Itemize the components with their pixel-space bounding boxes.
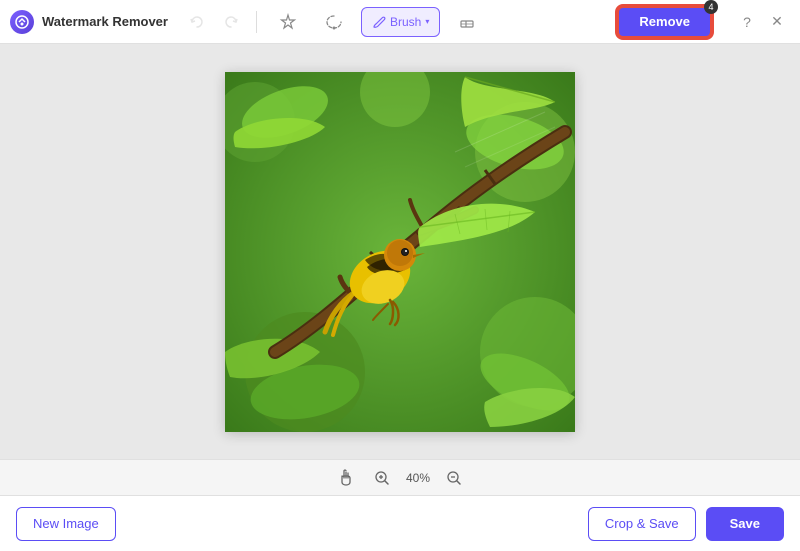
- save-button[interactable]: Save: [706, 507, 784, 541]
- title-bar: Watermark Remover Brush ▾: [0, 0, 800, 44]
- window-controls: ? ✕: [734, 9, 790, 35]
- app-title-label: Watermark Remover: [42, 14, 168, 29]
- canvas-area: [0, 44, 800, 459]
- eraser-tool-button[interactable]: [448, 7, 486, 37]
- help-button[interactable]: ?: [734, 9, 760, 35]
- lasso-tool-button[interactable]: [315, 7, 353, 37]
- footer: New Image Crop & Save Save: [0, 495, 800, 551]
- divider-1: [256, 11, 257, 33]
- notification-count: 4: [704, 0, 718, 14]
- zoom-bar: 40%: [0, 459, 800, 495]
- pan-tool-button[interactable]: [334, 466, 358, 490]
- remove-button[interactable]: Remove: [617, 6, 712, 38]
- crop-save-button[interactable]: Crop & Save: [588, 507, 696, 541]
- footer-right: Crop & Save Save: [588, 507, 784, 541]
- zoom-in-button[interactable]: [370, 466, 394, 490]
- brush-chevron: ▾: [425, 17, 429, 26]
- zoom-out-button[interactable]: [442, 466, 466, 490]
- brush-label: Brush: [390, 15, 421, 29]
- bird-image: [225, 72, 575, 432]
- brush-tool-button[interactable]: Brush ▾: [361, 7, 440, 37]
- undo-button[interactable]: [184, 9, 210, 35]
- close-button[interactable]: ✕: [764, 9, 790, 35]
- new-image-button[interactable]: New Image: [16, 507, 116, 541]
- notification-badge-container: 4 Remove: [617, 6, 712, 38]
- zoom-percent-label: 40%: [406, 471, 430, 485]
- image-container[interactable]: [225, 72, 575, 432]
- app-logo: [10, 10, 34, 34]
- redo-button[interactable]: [218, 9, 244, 35]
- magic-tool-button[interactable]: [269, 7, 307, 37]
